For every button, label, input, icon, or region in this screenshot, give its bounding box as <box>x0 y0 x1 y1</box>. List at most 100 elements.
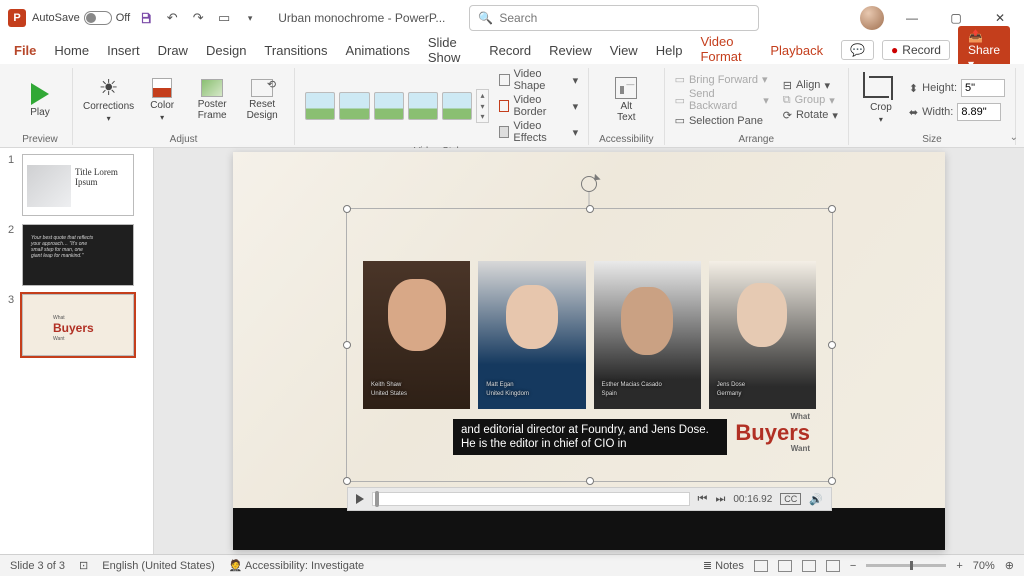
slide-thumb-2[interactable]: Your best quote that reflects your appro… <box>22 224 134 286</box>
rotate-button[interactable]: ⟳Rotate ▾ <box>783 109 838 122</box>
tab-transitions[interactable]: Transitions <box>264 40 327 61</box>
search-icon: 🔍 <box>478 11 493 25</box>
slideshow-view-button[interactable] <box>826 560 840 572</box>
crop-button[interactable]: Crop▾ <box>859 71 903 129</box>
slide-count: Slide 3 of 3 <box>10 560 65 572</box>
fit-to-window-button[interactable]: ⊕ <box>1005 559 1014 572</box>
search-input[interactable]: 🔍 Search <box>469 5 759 31</box>
corrections-icon: ☀ <box>99 77 119 99</box>
video-border-button[interactable]: Video Border ▾ <box>499 94 578 118</box>
record-button[interactable]: ●Record <box>882 40 950 60</box>
video-style-2[interactable] <box>339 92 369 120</box>
cc-button[interactable]: CC <box>780 493 801 505</box>
sorter-view-button[interactable] <box>778 560 792 572</box>
tab-view[interactable]: View <box>610 40 638 61</box>
slide-canvas[interactable]: Keith ShawUnited States Matt EganUnited … <box>154 148 1024 554</box>
bring-forward-icon: ▭ <box>675 73 685 86</box>
tab-animations[interactable]: Animations <box>346 40 410 61</box>
comment-icon: 💬 <box>850 43 865 57</box>
reset-design-button[interactable]: Reset Design <box>240 71 284 129</box>
tab-home[interactable]: Home <box>54 40 89 61</box>
video-style-3[interactable] <box>374 92 404 120</box>
tab-review[interactable]: Review <box>549 40 592 61</box>
language-button[interactable]: English (United States) <box>102 560 215 572</box>
tab-file[interactable]: File <box>14 40 36 61</box>
bring-forward-button[interactable]: ▭Bring Forward ▾ <box>675 73 769 86</box>
normal-view-button[interactable] <box>754 560 768 572</box>
zoom-out-button[interactable]: − <box>850 560 856 572</box>
playbar-track[interactable] <box>372 492 690 506</box>
zoom-in-button[interactable]: + <box>956 560 962 572</box>
video-effects-button[interactable]: Video Effects ▾ <box>499 120 578 144</box>
style-gallery-scroll[interactable]: ▴▾▾ <box>476 89 489 123</box>
undo-icon[interactable]: ↶ <box>162 8 182 28</box>
slide-thumb-1[interactable]: Title Lorem Ipsum <box>22 154 134 216</box>
tab-slideshow[interactable]: Slide Show <box>428 32 471 68</box>
video-speaker-3: Esther Macias CasadoSpain <box>594 261 701 409</box>
record-dot-icon: ● <box>891 43 898 57</box>
poster-frame-button[interactable]: Poster Frame <box>190 71 234 129</box>
height-field[interactable]: ⬍Height: <box>909 79 1005 97</box>
selection-pane-button[interactable]: ▭Selection Pane <box>675 114 769 127</box>
save-icon[interactable] <box>136 8 156 28</box>
tab-design[interactable]: Design <box>206 40 246 61</box>
status-bar: Slide 3 of 3 ⊡ English (United States) 🤵… <box>0 554 1024 576</box>
skip-back-button[interactable]: ⏮ <box>698 493 708 506</box>
qat-dropdown-icon[interactable]: ▾ <box>240 8 260 28</box>
corrections-button[interactable]: ☀Corrections▾ <box>83 71 134 129</box>
color-button[interactable]: Color▾ <box>140 71 184 129</box>
tab-help[interactable]: Help <box>656 40 683 61</box>
rotate-icon: ⟳ <box>783 109 792 122</box>
accessibility-button[interactable]: 🤵 Accessibility: Investigate <box>229 559 364 572</box>
video-style-4[interactable] <box>408 92 438 120</box>
present-icon[interactable]: ▭ <box>214 8 234 28</box>
video-style-1[interactable] <box>305 92 335 120</box>
group-arrange-label: Arrange <box>738 132 774 145</box>
video-speaker-4: Jens DoseGermany <box>709 261 816 409</box>
play-button[interactable]: Play <box>18 71 62 129</box>
group-icon: ⧉ <box>783 94 791 107</box>
slide-thumbnails-panel: 1 Title Lorem Ipsum 2 Your best quote th… <box>0 148 154 554</box>
rotation-handle[interactable] <box>581 176 597 192</box>
thumb-number: 3 <box>8 294 16 356</box>
tab-record[interactable]: Record <box>489 40 531 61</box>
video-speaker-2: Matt EganUnited Kingdom <box>478 261 585 409</box>
comments-button[interactable]: 💬 <box>841 40 874 60</box>
skip-forward-button[interactable]: ⏭ <box>715 493 725 506</box>
alt-text-button[interactable]: Alt Text <box>604 71 648 129</box>
redo-icon[interactable]: ↷ <box>188 8 208 28</box>
align-icon: ⊟ <box>783 79 792 92</box>
spellcheck-icon[interactable]: ⊡ <box>79 559 88 572</box>
autosave-toggle[interactable]: AutoSave Off <box>32 11 130 25</box>
thumb-number: 1 <box>8 154 16 216</box>
reset-icon <box>251 79 273 97</box>
video-style-5[interactable] <box>442 92 472 120</box>
notes-button[interactable]: ≣ Notes <box>703 559 744 572</box>
menu-tabs: File Home Insert Draw Design Transitions… <box>0 36 1024 64</box>
play-icon <box>31 83 49 105</box>
playbar-play-button[interactable] <box>356 494 364 504</box>
slide-thumb-3[interactable]: WhatBuyersWant <box>22 294 134 356</box>
app-icon: P <box>8 9 26 27</box>
send-backward-button[interactable]: ▭Send Backward ▾ <box>675 88 769 112</box>
tab-insert[interactable]: Insert <box>107 40 140 61</box>
reading-view-button[interactable] <box>802 560 816 572</box>
zoom-slider[interactable] <box>866 564 946 567</box>
zoom-value[interactable]: 70% <box>973 560 995 572</box>
width-field[interactable]: ⬌Width: <box>909 103 1005 121</box>
collapse-ribbon-button[interactable]: ⌄ <box>1010 132 1018 143</box>
group-button[interactable]: ⧉Group ▾ <box>783 94 838 107</box>
video-caption: and editorial director at Foundry, and J… <box>453 419 727 455</box>
volume-button[interactable]: 🔊 <box>809 493 823 506</box>
video-speaker-1: Keith ShawUnited States <box>363 261 470 409</box>
video-shape-button[interactable]: Video Shape ▾ <box>499 68 578 92</box>
selection-pane-icon: ▭ <box>675 114 685 127</box>
width-icon: ⬌ <box>909 106 918 119</box>
playbar-time: 00:16.92 <box>733 494 772 505</box>
alt-text-icon <box>615 77 637 99</box>
poster-frame-icon <box>201 79 223 97</box>
align-button[interactable]: ⊟Align ▾ <box>783 79 838 92</box>
tab-draw[interactable]: Draw <box>158 40 188 61</box>
tab-playback[interactable]: Playback <box>770 40 823 61</box>
video-object[interactable]: Keith ShawUnited States Matt EganUnited … <box>346 208 833 482</box>
